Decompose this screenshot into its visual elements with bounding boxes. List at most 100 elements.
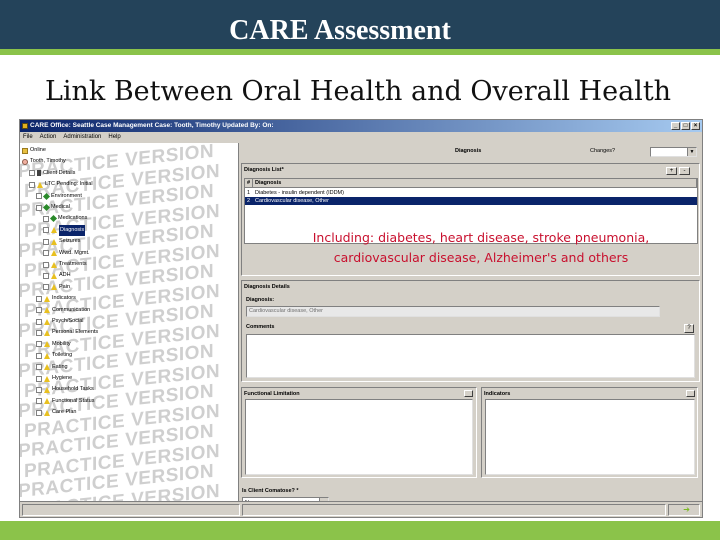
expand-icon[interactable] [36, 295, 42, 302]
expand-icon[interactable] [43, 227, 49, 234]
expand-icon[interactable] [36, 329, 42, 336]
status-bar: ➔ [20, 501, 702, 517]
tree-node[interactable]: Client Details [29, 168, 75, 179]
warn-icon [51, 272, 57, 279]
close-button[interactable]: × [691, 122, 700, 130]
expand-icon[interactable] [36, 409, 42, 416]
expand-icon[interactable] [29, 181, 35, 188]
tree-node[interactable]: Eating [36, 362, 68, 373]
expand-icon[interactable] [29, 170, 35, 177]
tree-node-label: Toileting [52, 352, 73, 359]
tree-node[interactable]: Wwd. Mgmt. [43, 248, 90, 259]
indicators-textarea[interactable] [485, 399, 695, 475]
row-diagnosis: Cardiovascular disease, Other [255, 198, 329, 204]
expand-icon[interactable] [36, 352, 42, 359]
tree-node-label: Eating [52, 363, 68, 370]
tree-node[interactable]: LTC Pending: Initial [29, 179, 93, 190]
tree-node[interactable]: Online [22, 145, 46, 156]
diagnosis-field-label: Diagnosis: [246, 297, 275, 303]
expand-icon[interactable] [36, 386, 42, 393]
expand-icon[interactable] [36, 398, 42, 405]
person-icon [22, 158, 28, 165]
tree-node[interactable]: Care Plan [36, 407, 76, 418]
tree-node[interactable]: Household Tasks [36, 384, 94, 395]
menu-file[interactable]: File [23, 132, 33, 142]
tree-node[interactable]: Hygiene [36, 373, 72, 384]
tree-node[interactable]: Mobility [36, 339, 71, 350]
tree-node[interactable]: Seizures [43, 236, 80, 247]
menu-help[interactable]: Help [108, 132, 120, 142]
expand-icon[interactable] [36, 193, 42, 200]
tree-node[interactable]: Communication [36, 305, 90, 316]
tree-node-label: ADH [59, 272, 71, 279]
warn-icon [37, 181, 43, 188]
expand-icon[interactable] [36, 204, 42, 211]
slide-title: CARE Assessment [229, 15, 451, 46]
menu-administration[interactable]: Administration [63, 132, 101, 142]
expand-icon[interactable] [43, 250, 49, 257]
tree-node[interactable]: Environment [36, 191, 82, 202]
expand-icon[interactable] [43, 238, 49, 245]
tree-node-label: LTC Pending: Initial [45, 181, 93, 188]
window-controls: _ □ × [671, 122, 700, 130]
expand-icon[interactable] [36, 341, 42, 348]
care-app-window: CARE Office: Seattle Case Management Cas… [19, 119, 703, 518]
table-row[interactable]: 1 Diabetes - insulin dependent (IDDM) [245, 189, 697, 197]
tree-node[interactable]: Treatments [43, 259, 87, 270]
maximize-button[interactable]: □ [681, 122, 690, 130]
warn-icon [51, 250, 57, 257]
tree-node[interactable]: Psych/Social [36, 316, 84, 327]
expand-icon[interactable] [36, 307, 42, 314]
tree-node[interactable]: Medical [36, 202, 70, 213]
tree-node[interactable]: ADH [43, 270, 71, 281]
diagnosis-list-title: Diagnosis List* [244, 167, 284, 173]
warn-icon [44, 386, 50, 393]
expand-icon[interactable] [36, 375, 42, 382]
tree-node[interactable]: Medications [43, 213, 87, 224]
tree-node-label: Diagnosis [59, 224, 86, 236]
minimize-button[interactable]: _ [671, 122, 680, 130]
warn-icon [51, 227, 57, 234]
table-row-selected[interactable]: 2 Cardiovascular disease, Other [245, 197, 697, 205]
functional-limitation-group: Functional Limitation [241, 387, 477, 478]
tree-node-label: Household Tasks [52, 386, 94, 393]
warn-icon [44, 409, 50, 416]
warn-icon [44, 341, 50, 348]
tree-node[interactable]: Tooth, Timothy [22, 156, 66, 167]
expand-icon[interactable] [43, 261, 49, 268]
functional-limitation-label: Functional Limitation [244, 391, 300, 397]
status-cell-left [22, 504, 240, 516]
tree-node[interactable]: Personal Elements [36, 327, 98, 338]
spellcheck-button[interactable]: ? [684, 324, 694, 333]
tree-node-label: Care Plan [52, 409, 77, 416]
remove-diagnosis-button[interactable]: - [679, 167, 690, 175]
tree-node-label: Personal Elements [52, 329, 99, 336]
tree-node[interactable]: Toileting [36, 350, 72, 361]
expand-icon[interactable] [36, 318, 42, 325]
expand-icon[interactable] [36, 364, 42, 371]
tree-node[interactable]: Indicators [36, 293, 76, 304]
functional-limitation-expand-button[interactable] [464, 390, 473, 397]
menu-action[interactable]: Action [40, 132, 57, 142]
comments-textarea[interactable] [246, 334, 695, 378]
row-number: 2 [247, 198, 251, 204]
warn-icon [51, 261, 57, 268]
add-diagnosis-button[interactable]: + [666, 167, 677, 175]
expand-icon[interactable] [43, 284, 49, 291]
warn-icon [51, 284, 57, 291]
app-icon [22, 123, 28, 129]
tree-node-label: Communication [52, 306, 91, 313]
chevron-down-icon[interactable]: ▼ [687, 148, 696, 156]
expand-icon[interactable] [43, 272, 49, 279]
arrow-icon: ➔ [683, 505, 690, 514]
tree-node[interactable]: Diagnosis [43, 224, 86, 236]
functional-limitation-textarea[interactable] [245, 399, 473, 475]
expand-icon[interactable] [43, 215, 49, 222]
indicators-expand-button[interactable] [686, 390, 695, 397]
menu-bar: File Action Administration Help [20, 132, 702, 142]
pane-header-label: Diagnosis [455, 148, 482, 154]
tree-node[interactable]: Pain [43, 282, 70, 293]
window-titlebar: CARE Office: Seattle Case Management Cas… [20, 120, 702, 132]
changes-dropdown[interactable]: ▼ [650, 147, 697, 157]
tree-node[interactable]: Functional Status [36, 396, 95, 407]
